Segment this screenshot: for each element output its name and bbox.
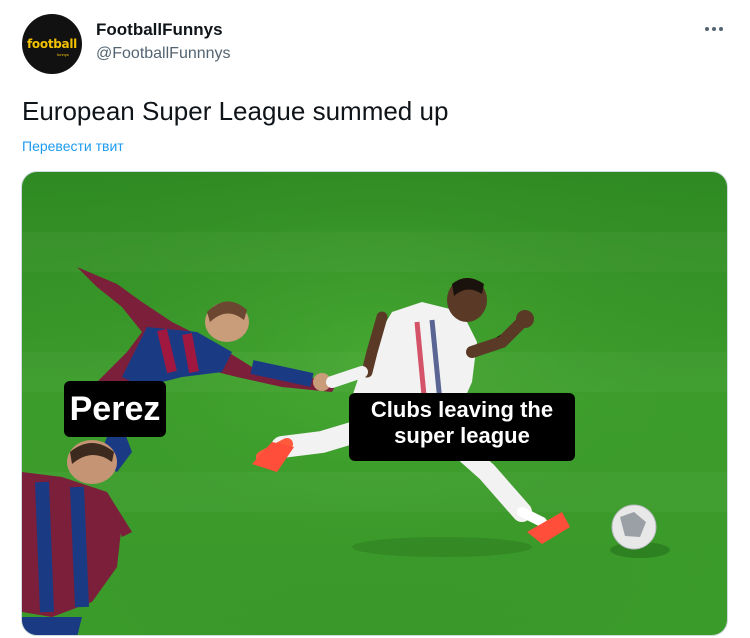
author-handle[interactable]: @FootballFunnnys	[96, 45, 231, 63]
avatar-logo: football	[27, 37, 77, 51]
author-display-name[interactable]: FootballFunnys	[96, 20, 223, 40]
more-dot	[719, 27, 723, 31]
more-dot	[712, 27, 716, 31]
tweet-media-image[interactable]: Perez Clubs leaving the super league	[21, 171, 728, 636]
more-horizontal-icon	[705, 27, 709, 31]
caption-line-1: Clubs leaving the	[370, 397, 554, 422]
more-options-button[interactable]	[700, 18, 728, 40]
translate-tweet-link[interactable]: Перевести твит	[22, 138, 124, 154]
caption-perez: Perez	[64, 381, 166, 437]
caption-clubs-leaving: Clubs leaving the super league	[349, 393, 575, 461]
caption-line-2: super league	[394, 423, 530, 449]
tweet-card: football funnys FootballFunnys @Football…	[0, 0, 750, 638]
author-avatar[interactable]: football funnys	[22, 14, 82, 74]
tweet-text: European Super League summed up	[22, 96, 449, 126]
avatar-subtext: funnys	[57, 52, 69, 57]
